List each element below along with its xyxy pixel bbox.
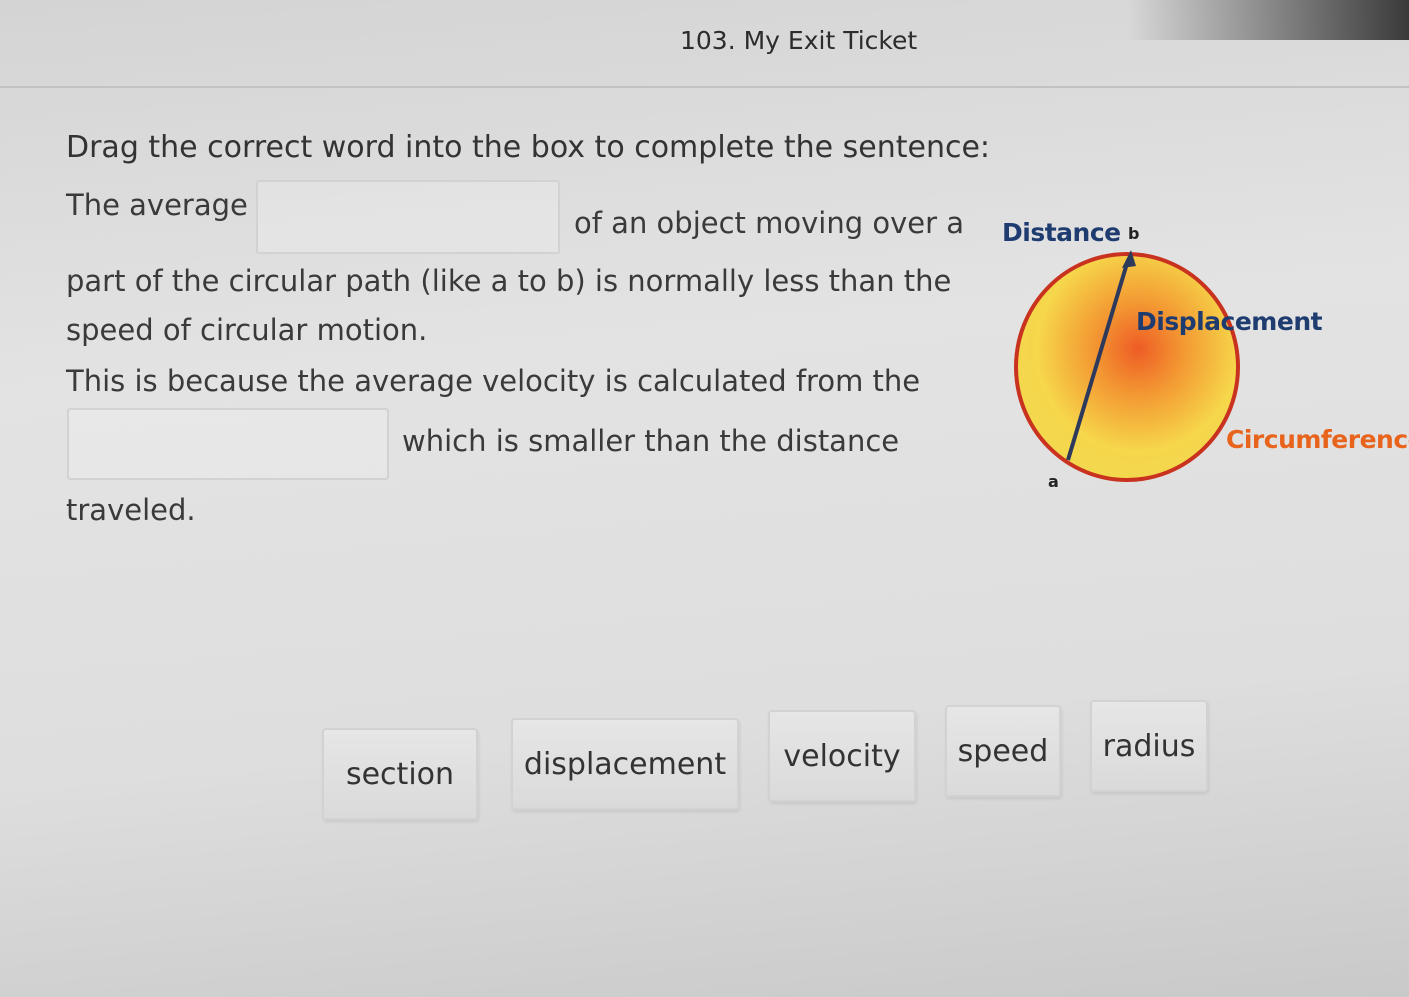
circle-shape bbox=[1014, 252, 1240, 482]
point-a-label: a bbox=[1048, 472, 1059, 491]
question-prompt: Drag the correct word into the box to co… bbox=[66, 130, 991, 165]
circle-diagram: Distance b Displacement Circumference a bbox=[990, 210, 1409, 500]
sentence-line5-end: which is smaller than the distance bbox=[402, 424, 900, 458]
word-option-displacement[interactable]: displacement bbox=[511, 718, 739, 810]
sentence-line4: This is because the average velocity is … bbox=[66, 364, 921, 398]
drop-zone-1[interactable] bbox=[256, 180, 560, 254]
point-b-label: b bbox=[1128, 224, 1140, 243]
sentence-line3: speed of circular motion. bbox=[66, 313, 428, 347]
sentence-line2: part of the circular path (like a to b) … bbox=[66, 264, 952, 298]
drop-zone-2[interactable] bbox=[67, 408, 389, 480]
displacement-label: Displacement bbox=[1136, 307, 1323, 336]
word-option-radius[interactable]: radius bbox=[1090, 700, 1208, 792]
word-option-speed[interactable]: speed bbox=[945, 705, 1061, 797]
header-divider bbox=[0, 86, 1409, 88]
page-title: 103. My Exit Ticket bbox=[680, 26, 918, 55]
word-option-section[interactable]: section bbox=[322, 728, 478, 820]
distance-label: Distance bbox=[1002, 218, 1121, 247]
sentence-line6: traveled. bbox=[66, 493, 196, 527]
sentence-line1-end: of an object moving over a bbox=[574, 206, 964, 240]
sentence-line1-start: The average bbox=[66, 188, 248, 222]
word-option-velocity[interactable]: velocity bbox=[768, 710, 916, 802]
circumference-label: Circumference bbox=[1226, 425, 1409, 454]
circle-diagram-svg bbox=[1014, 250, 1240, 482]
